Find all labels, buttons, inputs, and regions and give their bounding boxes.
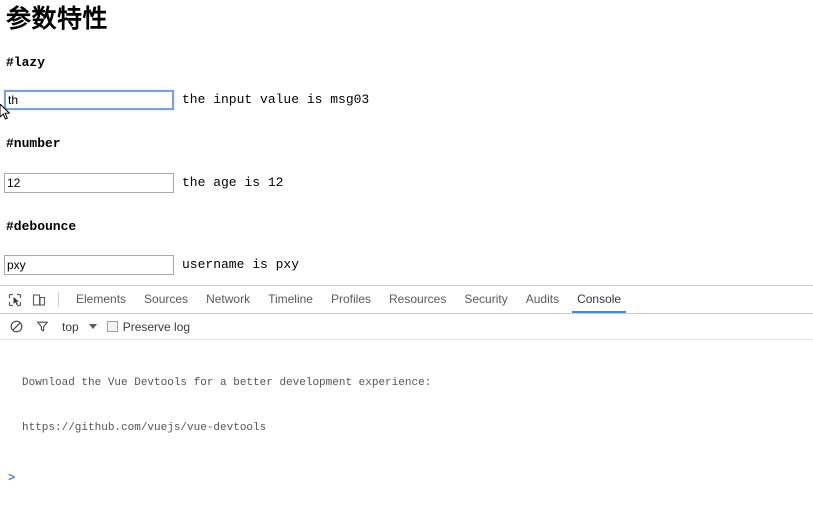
tab-timeline[interactable]: Timeline (259, 287, 322, 312)
console-message-vue-devtools: Download the Vue Devtools for a better d… (0, 340, 813, 466)
clear-console-icon[interactable] (6, 317, 26, 337)
section-heading-lazy: #lazy (6, 55, 46, 70)
tab-resources[interactable]: Resources (380, 287, 455, 312)
web-page-content: 参数特性 #lazy the input value is msg03 #num… (0, 0, 813, 285)
device-toolbar-icon[interactable] (28, 289, 50, 311)
tab-network[interactable]: Network (197, 287, 259, 312)
preserve-log-label: Preserve log (122, 319, 191, 334)
preserve-log-checkbox[interactable]: Preserve log (106, 319, 191, 334)
inspect-element-icon[interactable] (4, 289, 26, 311)
chevron-down-icon (88, 324, 97, 329)
console-prompt-row[interactable]: > (0, 466, 813, 488)
debounce-caption: username is pxy (182, 257, 300, 272)
devtools-tabbar: Elements Sources Network Timeline Profil… (0, 286, 813, 314)
number-caption: the age is 12 (182, 175, 284, 190)
tab-console[interactable]: Console (568, 287, 630, 313)
lazy-caption: the input value is msg03 (182, 92, 370, 107)
console-message-line-2: https://github.com/vuejs/vue-devtools (22, 422, 267, 434)
prompt-chevron-icon: > (8, 471, 16, 485)
debounce-input[interactable] (4, 255, 174, 275)
tab-elements[interactable]: Elements (67, 287, 135, 312)
tab-security[interactable]: Security (455, 287, 516, 312)
checkbox-box-icon (106, 321, 118, 332)
number-input[interactable] (4, 173, 174, 193)
field-row-debounce: username is pxy (4, 254, 299, 276)
filter-icon[interactable] (32, 317, 52, 337)
section-heading-number: #number (6, 136, 61, 151)
tab-audits[interactable]: Audits (517, 287, 568, 312)
devtools-panel: Elements Sources Network Timeline Profil… (0, 285, 813, 508)
console-input[interactable] (15, 472, 813, 485)
field-row-number: the age is 12 (4, 172, 283, 194)
page-title: 参数特性 (6, 6, 109, 33)
console-toolbar: top Preserve log (0, 314, 813, 340)
lazy-input[interactable] (4, 90, 174, 110)
console-context-select[interactable]: top (62, 320, 97, 334)
console-context-label: top (62, 319, 79, 334)
section-heading-debounce: #debounce (6, 219, 77, 234)
tabbar-divider (58, 292, 59, 307)
tab-sources[interactable]: Sources (135, 287, 197, 312)
console-output: Download the Vue Devtools for a better d… (0, 340, 813, 508)
field-row-lazy: the input value is msg03 (4, 89, 369, 111)
console-message-line-1: Download the Vue Devtools for a better d… (22, 377, 432, 389)
tab-profiles[interactable]: Profiles (322, 287, 380, 312)
